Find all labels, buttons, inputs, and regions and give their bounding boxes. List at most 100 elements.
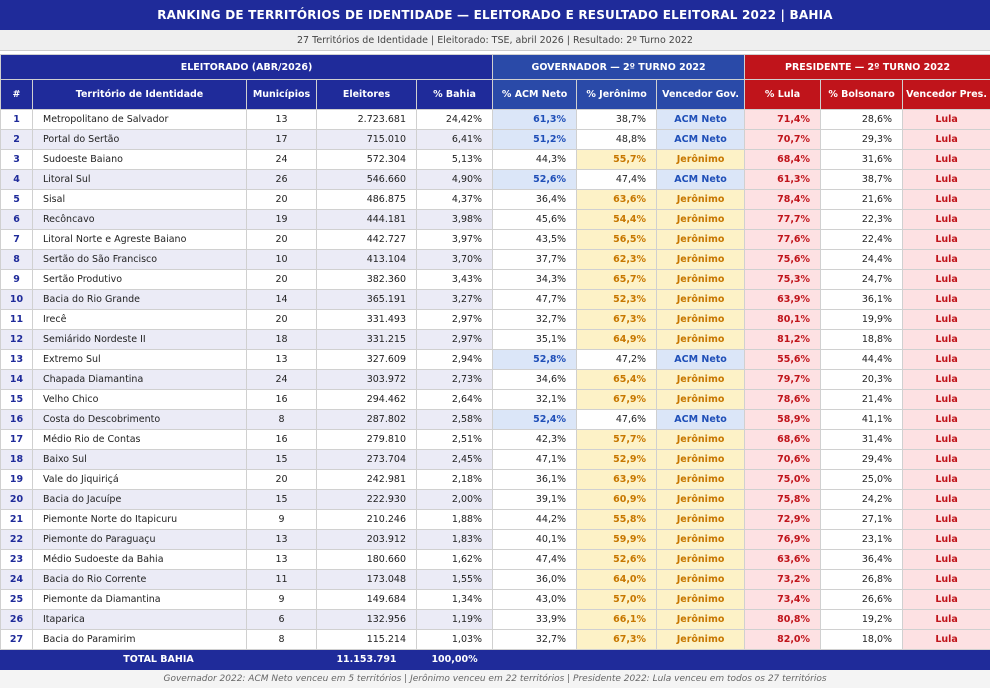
pct-lula-cell: 81,2%: [744, 329, 822, 350]
table-row[interactable]: 21 Piemonte Norte do Itapicuru 9 210.246 1,8…: [0, 509, 990, 530]
eleitores-cell: 382.360: [316, 269, 417, 290]
territorio-cell: Litoral Norte e Agreste Baiano: [32, 229, 247, 250]
municipios-cell: 11: [246, 569, 317, 590]
col-header-pct-lula[interactable]: % Lula: [744, 79, 822, 110]
pct-lula-cell: 77,7%: [744, 209, 822, 230]
pct-lula-cell: 68,4%: [744, 149, 822, 170]
col-header-eleitores[interactable]: Eleitores: [316, 79, 417, 110]
eleitores-cell: 572.304: [316, 149, 417, 170]
territorio-cell: Semiárido Nordeste II: [32, 329, 247, 350]
pct-jeronimo-cell: 56,5%: [576, 229, 658, 250]
col-header-vencedor-pres[interactable]: Vencedor Pres.: [902, 79, 990, 110]
municipios-cell: 20: [246, 189, 317, 210]
pct-acm-cell: 47,7%: [492, 289, 578, 310]
vencedor-gov-cell: Jerônimo: [656, 209, 746, 230]
table-row[interactable]: 25 Piemonte da Diamantina 9 149.684 1,34% 43,…: [0, 589, 990, 610]
territorio-cell: Piemonte do Paraguaçu: [32, 529, 247, 550]
pct-bolsonaro-cell: 44,4%: [820, 349, 904, 370]
table-row[interactable]: 17 Médio Rio de Contas 16 279.810 2,51% 42,3%…: [0, 429, 990, 450]
pct-acm-cell: 32,7%: [492, 629, 578, 650]
col-header-territorio[interactable]: Território de Identidade: [32, 79, 247, 110]
rank-cell: 8: [0, 249, 33, 270]
territorio-cell: Médio Sudoeste da Bahia: [32, 549, 247, 570]
col-header-vencedor-gov[interactable]: Vencedor Gov.: [656, 79, 746, 110]
table-row[interactable]: 20 Bacia do Jacuípe 15 222.930 2,00% 39,1% 60,…: [0, 489, 990, 510]
table-row[interactable]: 12 Semiárido Nordeste II 18 331.215 2,97% 35,…: [0, 329, 990, 350]
municipios-cell: 17: [246, 129, 317, 150]
pct-lula-cell: 70,7%: [744, 129, 822, 150]
table-row[interactable]: 16 Costa do Descobrimento 8 287.802 2,58% 52,…: [0, 409, 990, 430]
col-header-municipios[interactable]: Municípios: [246, 79, 317, 110]
table-row[interactable]: 1 Metropolitano de Salvador 13 2.723.681 24,…: [0, 109, 990, 130]
pct-jeronimo-cell: 66,1%: [576, 609, 658, 630]
table-row[interactable]: 13 Extremo Sul 13 327.609 2,94% 52,8% 47,2% ACM…: [0, 349, 990, 370]
col-header-pct-acm[interactable]: % ACM Neto: [492, 79, 578, 110]
col-header-rank[interactable]: #: [0, 79, 33, 110]
vencedor-pres-cell: Lula: [902, 349, 990, 370]
table-row[interactable]: 2 Portal do Sertão 17 715.010 6,41% 51,2% 48,8…: [0, 129, 990, 150]
pct-lula-cell: 63,6%: [744, 549, 822, 570]
vencedor-pres-cell: Lula: [902, 129, 990, 150]
table-row[interactable]: 7 Litoral Norte e Agreste Baiano 20 442.727…: [0, 229, 990, 250]
table-row[interactable]: 14 Chapada Diamantina 24 303.972 2,73% 34,6% 6…: [0, 369, 990, 390]
table-row[interactable]: 11 Irecê 20 331.493 2,97% 32,7% 67,3% Jerônimo 8…: [0, 309, 990, 330]
eleitores-cell: 115.214: [316, 629, 417, 650]
table-row[interactable]: 4 Litoral Sul 26 546.660 4,90% 52,6% 47,4% ACM …: [0, 169, 990, 190]
municipios-cell: 16: [246, 429, 317, 450]
rank-cell: 7: [0, 229, 33, 250]
pct-bahia-cell: 1,19%: [415, 609, 494, 630]
territorio-cell: Irecê: [32, 309, 247, 330]
vencedor-gov-cell: Jerônimo: [656, 329, 746, 350]
table-row[interactable]: 8 Sertão do São Francisco 10 413.104 3,70% 37…: [0, 249, 990, 270]
pct-bahia-cell: 4,37%: [415, 189, 494, 210]
table-row[interactable]: 24 Bacia do Rio Corrente 11 173.048 1,55% 36,…: [0, 569, 990, 590]
table-row[interactable]: 9 Sertão Produtivo 20 382.360 3,43% 34,3% 65,7…: [0, 269, 990, 290]
table-row[interactable]: 23 Médio Sudoeste da Bahia 13 180.660 1,62% 4…: [0, 549, 990, 570]
table-row[interactable]: 22 Piemonte do Paraguaçu 13 203.912 1,83% 40,…: [0, 529, 990, 550]
eleitores-cell: 303.972: [316, 369, 417, 390]
vencedor-pres-cell: Lula: [902, 469, 990, 490]
municipios-cell: 15: [246, 449, 317, 470]
table-row[interactable]: 5 Sisal 20 486.875 4,37% 36,4% 63,6% Jerônimo 78…: [0, 189, 990, 210]
total-eleitores: 11.153.791: [316, 649, 417, 670]
vencedor-pres-cell: Lula: [902, 569, 990, 590]
territorio-cell: Portal do Sertão: [32, 129, 247, 150]
table-row[interactable]: 6 Recôncavo 19 444.181 3,98% 45,6% 54,4% Jerôni…: [0, 209, 990, 230]
table-row[interactable]: 3 Sudoeste Baiano 24 572.304 5,13% 44,3% 55,7%…: [0, 149, 990, 170]
municipios-cell: 20: [246, 469, 317, 490]
municipios-cell: 20: [246, 269, 317, 290]
territorio-cell: Itaparica: [32, 609, 247, 630]
pct-bolsonaro-cell: 36,4%: [820, 549, 904, 570]
eleitores-cell: 294.462: [316, 389, 417, 410]
rank-cell: 26: [0, 609, 33, 630]
pct-bahia-cell: 2,00%: [415, 489, 494, 510]
pct-bahia-cell: 2,97%: [415, 309, 494, 330]
vencedor-pres-cell: Lula: [902, 329, 990, 350]
pct-bolsonaro-cell: 24,2%: [820, 489, 904, 510]
col-header-pct-bolsonaro[interactable]: % Bolsonaro: [820, 79, 904, 110]
col-header-pct-jeronimo[interactable]: % Jerônimo: [576, 79, 658, 110]
table-row[interactable]: 10 Bacia do Rio Grande 14 365.191 3,27% 47,7%…: [0, 289, 990, 310]
rank-cell: 23: [0, 549, 33, 570]
territorio-cell: Vale do Jiquiriçá: [32, 469, 247, 490]
table-row[interactable]: 27 Bacia do Paramirim 8 115.214 1,03% 32,7% 67…: [0, 629, 990, 650]
vencedor-gov-cell: Jerônimo: [656, 449, 746, 470]
table-row[interactable]: 15 Velho Chico 16 294.462 2,64% 32,1% 67,9% Jer…: [0, 389, 990, 410]
vencedor-gov-cell: Jerônimo: [656, 509, 746, 530]
pct-acm-cell: 47,1%: [492, 449, 578, 470]
rank-cell: 5: [0, 189, 33, 210]
table-row[interactable]: 19 Vale do Jiquiriçá 20 242.981 2,18% 36,1% 63…: [0, 469, 990, 490]
vencedor-gov-cell: Jerônimo: [656, 149, 746, 170]
pct-jeronimo-cell: 63,6%: [576, 189, 658, 210]
pct-jeronimo-cell: 55,8%: [576, 509, 658, 530]
rank-cell: 20: [0, 489, 33, 510]
pct-acm-cell: 36,4%: [492, 189, 578, 210]
territorio-cell: Velho Chico: [32, 389, 247, 410]
col-header-pct-bahia[interactable]: % Bahia: [415, 79, 494, 110]
pct-jeronimo-cell: 67,3%: [576, 629, 658, 650]
table-row[interactable]: 26 Itaparica 6 132.956 1,19% 33,9% 66,1% Jerôni…: [0, 609, 990, 630]
table-row[interactable]: 18 Baixo Sul 15 273.704 2,45% 47,1% 52,9% Jerôn…: [0, 449, 990, 470]
pct-jeronimo-cell: 64,9%: [576, 329, 658, 350]
pct-bahia-cell: 4,90%: [415, 169, 494, 190]
pct-bolsonaro-cell: 26,6%: [820, 589, 904, 610]
